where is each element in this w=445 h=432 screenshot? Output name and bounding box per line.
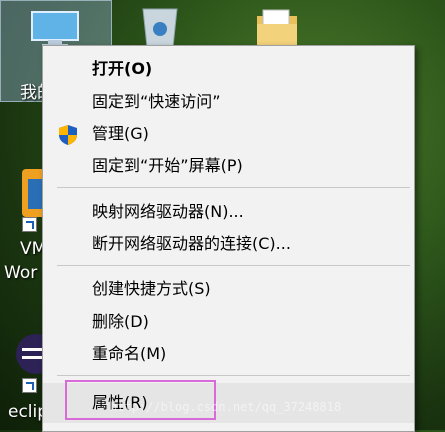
watermark: http://blog.csdn.net/qq_37248818 <box>110 400 342 414</box>
menu-item-open[interactable]: 打开(O) <box>43 54 414 84</box>
menu-item-label: 重命名(M) <box>92 344 167 363</box>
menu-item-label: 断开网络驱动器的连接(C)... <box>92 234 291 253</box>
menu-item-rename[interactable]: 重命名(M) <box>43 339 414 369</box>
menu-item-label: 固定到“快速访问” <box>92 92 221 111</box>
monitor-icon <box>31 11 79 47</box>
context-menu: 打开(O) 固定到“快速访问” 管理(G) 固定到“开始”屏幕(P) 映射网络驱… <box>42 45 415 432</box>
menu-separator <box>57 187 410 188</box>
menu-item-create-shortcut[interactable]: 创建快捷方式(S) <box>43 274 414 304</box>
menu-item-label: 固定到“开始”屏幕(P) <box>92 156 243 175</box>
menu-item-label: 打开(O) <box>92 59 153 78</box>
menu-item-pin-quick-access[interactable]: 固定到“快速访问” <box>43 87 414 117</box>
menu-item-delete[interactable]: 删除(D) <box>43 307 414 337</box>
menu-item-label: 映射网络驱动器(N)... <box>92 202 244 221</box>
folder-icon <box>257 9 297 46</box>
menu-item-label: 创建快捷方式(S) <box>92 279 211 298</box>
vmware-label-line2: Wor <box>4 263 38 283</box>
menu-item-pin-start[interactable]: 固定到“开始”屏幕(P) <box>43 151 414 181</box>
menu-item-label: 删除(D) <box>92 312 149 331</box>
uac-shield-icon <box>59 125 77 145</box>
folder-desktop-icon[interactable] <box>255 8 300 48</box>
menu-item-manage[interactable]: 管理(G) <box>43 119 414 149</box>
eclipse-desktop-icon[interactable]: eclipse <box>0 330 67 430</box>
menu-item-map-network-drive[interactable]: 映射网络驱动器(N)... <box>43 197 414 227</box>
recycle-bin-icon <box>142 8 178 48</box>
menu-separator <box>57 265 410 266</box>
recycle-bin-desktop-icon[interactable] <box>135 5 185 50</box>
shortcut-arrow-icon <box>22 217 37 232</box>
menu-item-label: 管理(G) <box>92 124 149 143</box>
menu-item-disconnect-network-drive[interactable]: 断开网络驱动器的连接(C)... <box>43 229 414 259</box>
vmware-desktop-icon[interactable]: VM Wor <box>0 165 46 290</box>
shortcut-arrow-icon <box>22 378 37 393</box>
menu-separator <box>57 375 410 376</box>
